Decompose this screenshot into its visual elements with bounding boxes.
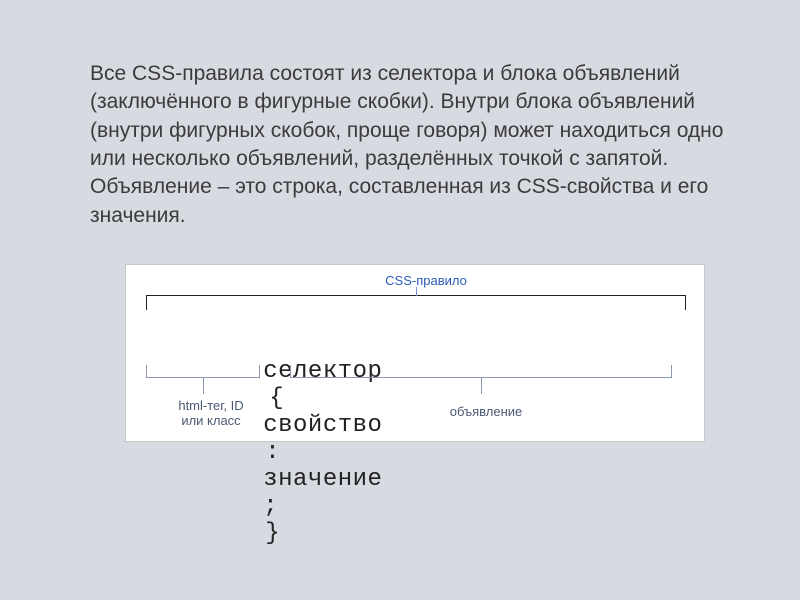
token-semicolon: ; xyxy=(263,493,278,520)
bracket-top-stem xyxy=(416,287,417,296)
token-colon: : xyxy=(263,439,284,466)
bracket-bl-stem xyxy=(203,377,204,394)
bracket-top xyxy=(146,295,686,310)
bracket-bottom-right xyxy=(290,365,672,378)
diagram-container: CSS-правило селектор { свойство : значен… xyxy=(90,264,740,442)
bracket-bottom-left xyxy=(146,365,260,378)
token-value: значение xyxy=(263,466,382,493)
token-brace-open: { xyxy=(263,385,286,412)
css-rule-diagram: CSS-правило селектор { свойство : значен… xyxy=(125,264,705,442)
label-css-rule: CSS-правило xyxy=(366,273,486,288)
label-declaration: объявление xyxy=(426,404,546,419)
bracket-br-stem xyxy=(481,377,482,394)
label-html-tag-id-class: html-тег, ID или класс xyxy=(156,398,266,429)
token-property: свойство xyxy=(263,412,382,439)
slide: Все CSS-правила состоят из селектора и б… xyxy=(0,0,800,600)
token-brace-close: } xyxy=(263,520,280,547)
body-paragraph: Все CSS-правила состоят из селектора и б… xyxy=(90,60,730,230)
